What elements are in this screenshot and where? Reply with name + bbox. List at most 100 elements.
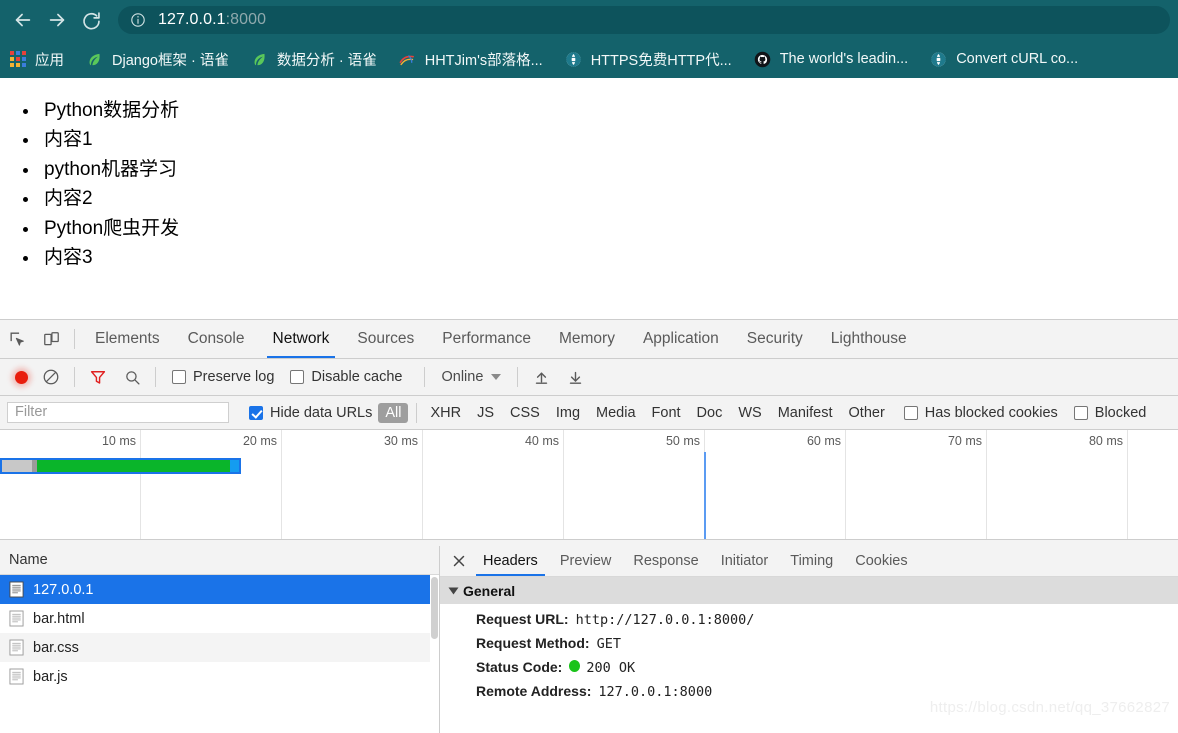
disable-cache-checkbox[interactable]: Disable cache <box>290 369 402 385</box>
bookmark-label: 数据分析 · 语雀 <box>276 52 377 69</box>
bookmark-apps[interactable]: 应用 <box>10 49 64 70</box>
detail-tab-initiator[interactable]: Initiator <box>710 546 780 576</box>
filter-type-xhr[interactable]: XHR <box>423 403 468 423</box>
throttling-select[interactable]: Online <box>441 369 483 385</box>
filter-type-manifest[interactable]: Manifest <box>771 403 840 423</box>
field-value: http://127.0.0.1:8000/ <box>575 612 755 628</box>
field-value: GET <box>596 636 621 652</box>
list-item: 内容2 <box>40 184 1178 213</box>
tab-lighthouse[interactable]: Lighthouse <box>817 320 921 358</box>
filter-type-media[interactable]: Media <box>589 403 643 423</box>
checkbox-box <box>249 405 263 420</box>
filter-type-img[interactable]: Img <box>549 403 587 423</box>
bookmark-data-analysis-yuque[interactable]: 数据分析 · 语雀 <box>251 49 377 70</box>
overview-tick: 20 ms <box>242 434 277 448</box>
tab-application[interactable]: Application <box>629 320 733 358</box>
bookmark-convert-curl[interactable]: Convert cURL co... <box>930 51 1078 68</box>
table-row[interactable]: bar.js <box>0 662 439 691</box>
document-icon <box>9 668 24 685</box>
overview-tick: 50 ms <box>665 434 700 448</box>
detail-tab-timing[interactable]: Timing <box>779 546 844 576</box>
filter-funnel-icon[interactable] <box>81 358 115 396</box>
detail-tab-cookies[interactable]: Cookies <box>844 546 918 576</box>
forward-icon[interactable] <box>42 5 72 35</box>
export-har-icon[interactable] <box>558 358 592 396</box>
bookmarks-bar: 应用 Django框架 · 语雀 数据分析 · 语雀 HHTJim's部落格..… <box>0 40 1178 78</box>
filter-type-doc[interactable]: Doc <box>690 403 730 423</box>
blocked-requests-label: Blocked <box>1094 404 1147 421</box>
network-content-split: Name 127.0.0.1 bar.html bar.css bar.js H… <box>0 546 1178 733</box>
import-har-icon[interactable] <box>524 358 558 396</box>
request-list-scrollbar[interactable] <box>430 575 439 733</box>
device-toolbar-icon[interactable] <box>34 320 68 358</box>
filter-type-js[interactable]: JS <box>470 403 501 423</box>
detail-tab-headers[interactable]: Headers <box>472 546 549 576</box>
bookmark-https-proxy[interactable]: HTTPS免费HTTP代... <box>565 49 732 70</box>
info-circle-icon[interactable] <box>130 12 146 28</box>
tab-sources[interactable]: Sources <box>343 320 428 358</box>
detail-tab-response[interactable]: Response <box>622 546 709 576</box>
table-row[interactable]: 127.0.0.1 <box>0 575 439 604</box>
bookmark-django-yuque[interactable]: Django框架 · 语雀 <box>86 49 229 70</box>
address-host: 127.0.0.1 <box>158 11 226 28</box>
filter-type-css[interactable]: CSS <box>503 403 547 423</box>
reload-icon[interactable] <box>76 5 106 35</box>
bookmark-hhtjim-blog[interactable]: HHTJim's部落格... <box>399 49 543 70</box>
tab-performance[interactable]: Performance <box>428 320 545 358</box>
filter-type-other[interactable]: Other <box>842 403 892 423</box>
filter-type-ws[interactable]: WS <box>731 403 768 423</box>
chevron-down-icon[interactable] <box>491 374 502 380</box>
field-value: 200 OK <box>586 660 636 676</box>
field-value: 127.0.0.1:8000 <box>598 684 713 700</box>
record-button-icon[interactable] <box>8 364 34 390</box>
request-list-pane: Name 127.0.0.1 bar.html bar.css bar.js <box>0 546 440 733</box>
table-row[interactable]: bar.css <box>0 633 439 662</box>
general-section-header[interactable]: General <box>440 577 1178 604</box>
clear-icon[interactable] <box>34 358 68 396</box>
filter-type-all[interactable]: All <box>378 402 409 423</box>
has-blocked-cookies-checkbox[interactable]: Has blocked cookies <box>903 405 1058 421</box>
field-status-code: Status Code: 200 OK <box>440 652 1178 676</box>
scrollbar-thumb[interactable] <box>431 577 438 639</box>
overview-segment-content-download <box>37 460 230 472</box>
browser-chrome: 127.0.0.1:8000 应用 Django框架 · 语雀 数据分析 · 语… <box>0 0 1178 78</box>
tab-security[interactable]: Security <box>733 320 817 358</box>
tab-console[interactable]: Console <box>174 320 259 358</box>
field-key: Request Method: <box>476 635 590 651</box>
tab-network[interactable]: Network <box>259 320 344 358</box>
preserve-log-checkbox[interactable]: Preserve log <box>172 369 274 385</box>
close-icon[interactable] <box>446 546 472 576</box>
detail-tab-preview[interactable]: Preview <box>549 546 623 576</box>
toolbar-divider <box>155 367 156 387</box>
tab-memory[interactable]: Memory <box>545 320 629 358</box>
list-item: Python数据分析 <box>40 96 1178 125</box>
back-icon[interactable] <box>8 5 38 35</box>
table-row[interactable]: bar.html <box>0 604 439 633</box>
bookmark-github[interactable]: The world's leadin... <box>754 51 908 68</box>
address-bar[interactable]: 127.0.0.1:8000 <box>118 6 1170 34</box>
navigation-bar: 127.0.0.1:8000 <box>0 0 1178 40</box>
request-name: bar.js <box>33 668 68 685</box>
filter-type-font[interactable]: Font <box>645 403 688 423</box>
overview-tick: 80 ms <box>1088 434 1123 448</box>
hide-data-urls-label: Hide data URLs <box>270 404 373 421</box>
list-item: 内容3 <box>40 243 1178 272</box>
field-request-url: Request URL: http://127.0.0.1:8000/ <box>440 604 1178 628</box>
request-list-header[interactable]: Name <box>0 546 439 575</box>
request-name: 127.0.0.1 <box>33 581 94 598</box>
yuque-leaf-icon <box>254 53 265 65</box>
filter-input[interactable]: Filter <box>7 402 229 423</box>
blocked-requests-checkbox[interactable]: Blocked <box>1073 404 1147 421</box>
overview-tick: 10 ms <box>101 434 136 448</box>
globe-icon <box>931 51 946 67</box>
search-icon[interactable] <box>115 358 149 396</box>
list-item: python机器学习 <box>40 155 1178 184</box>
overview-tick: 70 ms <box>947 434 982 448</box>
tab-elements[interactable]: Elements <box>81 320 174 358</box>
hide-data-urls-checkbox[interactable]: Hide data URLs <box>249 405 372 421</box>
overview-gridlines <box>0 430 1178 539</box>
network-overview-timeline[interactable]: 10 ms 20 ms 30 ms 40 ms 50 ms 60 ms 70 m… <box>0 430 1178 540</box>
list-item: Python爬虫开发 <box>40 214 1178 243</box>
field-remote-address: Remote Address: 127.0.0.1:8000 <box>440 676 1178 700</box>
inspect-element-icon[interactable] <box>0 320 34 358</box>
